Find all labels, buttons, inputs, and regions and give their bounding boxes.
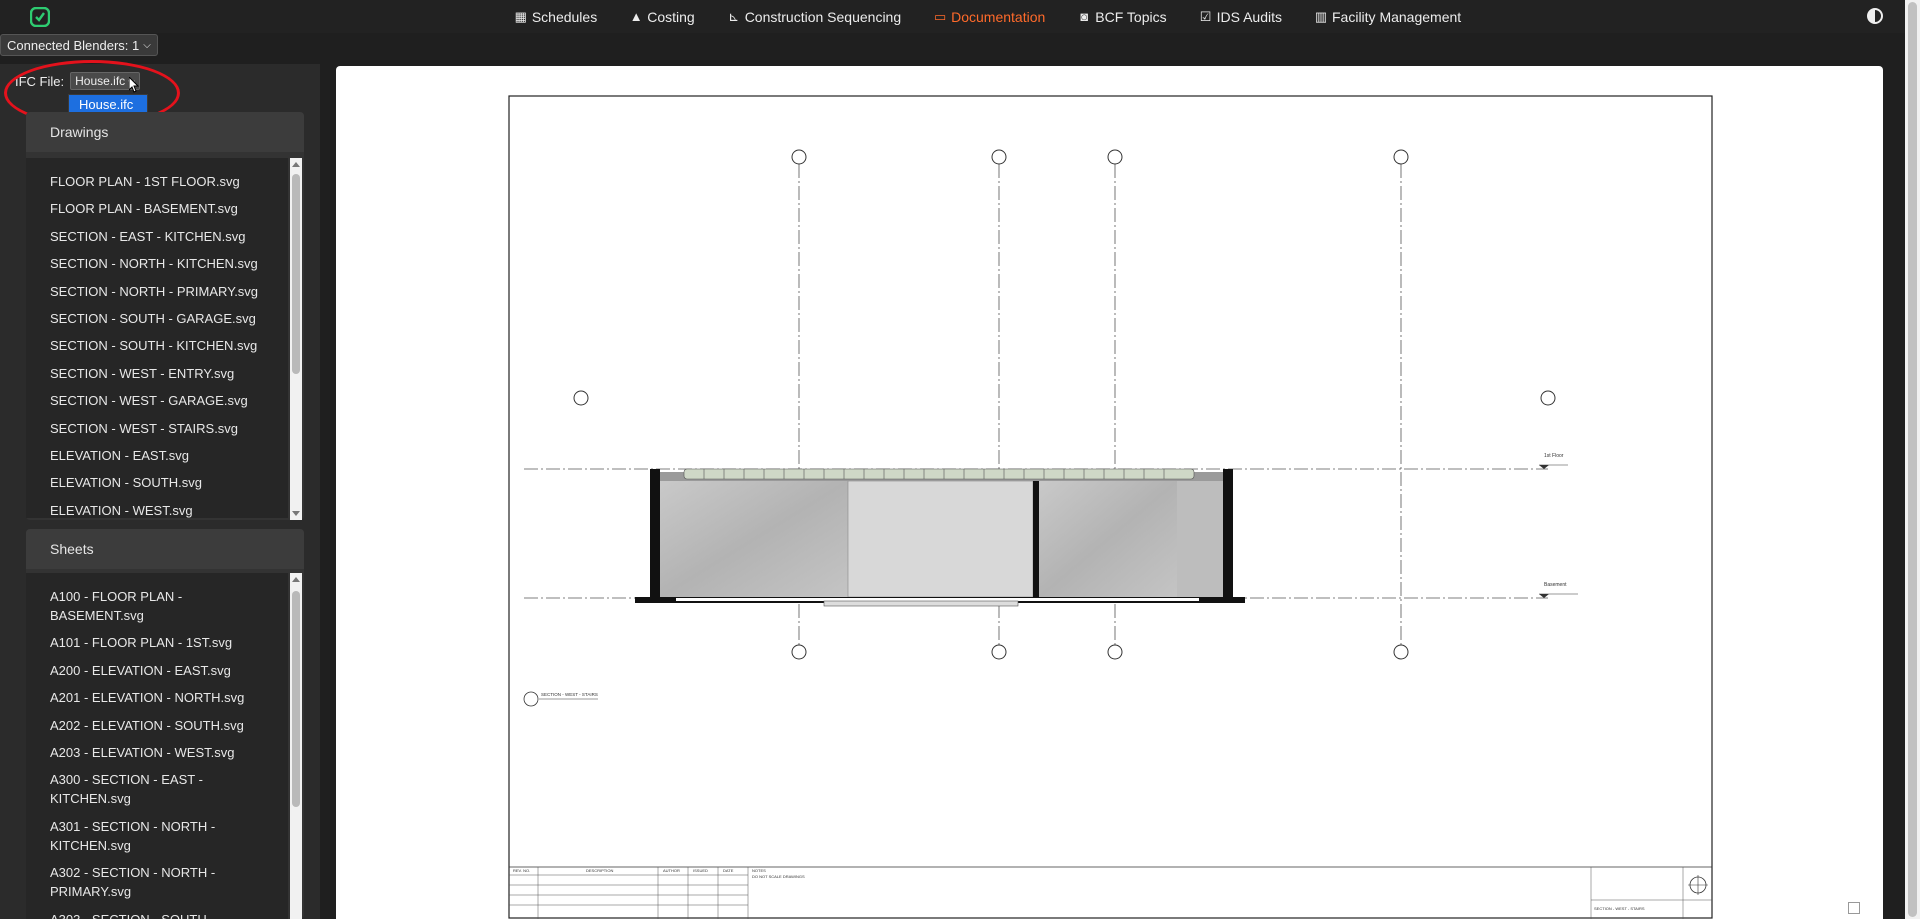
sheet-list-item[interactable]: A100 - FLOOR PLAN - BASEMENT.svg [26,587,288,625]
nav-item-facility-management[interactable]: ▥ Facility Management [1298,0,1477,33]
drawing-list-item[interactable]: ELEVATION - WEST.svg [26,501,288,518]
sheet-list-item[interactable]: A200 - ELEVATION - EAST.svg [26,661,288,680]
drawing-list-item[interactable]: SECTION - WEST - STAIRS.svg [26,419,288,438]
building-icon: ▥ [1314,8,1328,24]
sheet-list-item-line: A100 - FLOOR PLAN - [50,589,183,604]
mouse-cursor-icon [129,77,139,93]
sheets-list: A100 - FLOOR PLAN - BASEMENT.svg A101 - FL… [26,573,288,919]
camera-icon: ◙ [1080,9,1089,24]
nav-item-label: Documentation [951,8,1046,25]
sheet-list-item[interactable]: A303 - SECTION - SOUTH - [26,910,288,919]
sheet-list-item[interactable]: A202 - ELEVATION - SOUTH.svg [26,716,288,735]
nav-item-construction-sequencing[interactable]: ⊾ Construction Sequencing [711,0,917,33]
nav-item-bcf-topics[interactable]: ◙ BCF Topics [1061,0,1182,33]
tb-header-notes: NOTES [752,868,766,873]
nav-item-costing[interactable]: ▲ Costing [613,0,710,33]
drawing-list-item[interactable]: SECTION - SOUTH - GARAGE.svg [26,309,288,328]
sheet-list-item-line: A203 - ELEVATION - WEST.svg [50,744,235,760]
drawing-list-item[interactable]: SECTION - WEST - ENTRY.svg [26,364,288,383]
tb-header-author: AUTHOR [663,868,680,873]
drawing-list-item[interactable]: ELEVATION - SOUTH.svg [26,473,288,492]
sheet-list-item[interactable]: A101 - FLOOR PLAN - 1ST.svg [26,633,288,652]
drawing-list-item[interactable]: SECTION - SOUTH - KITCHEN.svg [26,336,288,355]
sheets-scrollbar[interactable] [290,573,302,919]
chevron-down-icon: ⌵ [143,39,151,51]
tb-header-date: DATE [723,868,734,873]
sheet-list-item-line: PRIMARY.svg [50,884,132,900]
sheet-list-item[interactable]: A301 - SECTION - NORTH - KITCHEN.svg [26,817,288,855]
nav-item-ids-audits[interactable]: ☑ IDS Audits [1183,0,1298,33]
table-icon: ▦ [514,8,527,24]
sheet-list-item-line: A202 - ELEVATION - SOUTH.svg [50,717,244,733]
gantt-icon: ⊾ [728,8,740,24]
drawing-sheet[interactable]: 1st Floor Basement SECTION - WEST - STAI… [508,95,1713,919]
drawings-list: FLOOR PLAN - 1ST FLOOR.svg FLOOR PLAN - B… [26,158,288,518]
sheet-list-item-line: A200 - ELEVATION - EAST.svg [50,662,231,678]
connected-blenders-label: Connected Blenders: 1 [7,37,140,53]
drawings-title: Drawings [26,112,304,152]
nav-item-label: Construction Sequencing [744,8,902,25]
drawing-list-item[interactable]: SECTION - EAST - KITCHEN.svg [26,227,288,246]
expand-icon[interactable] [1848,902,1860,914]
documentation-icon: ▭ [933,8,947,24]
ifc-file-option[interactable]: House.ifc [68,94,148,114]
nav-item-label: IDS Audits [1216,8,1282,25]
sheets-title: Sheets [26,529,304,569]
sheet-list-item[interactable]: A203 - ELEVATION - WEST.svg [26,743,288,762]
checkbox-icon: ☑ [1199,8,1212,24]
theme-toggle-icon[interactable] [1867,8,1883,24]
tb-header-rev: REV. NO. [513,868,530,873]
nav-item-label: Facility Management [1332,8,1462,25]
sheet-list-item-line: KITCHEN.svg [50,791,131,807]
drawing-list-item[interactable]: FLOOR PLAN - BASEMENT.svg [26,199,288,218]
sheet-list-item[interactable]: A201 - ELEVATION - NORTH.svg [26,688,288,707]
main-nav: ▦ Schedules ▲ Costing ⊾ Construction Sequenci… [0,0,1905,33]
tb-header-desc: DESCRIPTION [586,868,613,873]
sheet-list-item[interactable]: A302 - SECTION - NORTH - PRIMARY.svg [26,863,288,901]
sheet-list-item[interactable]: A300 - SECTION - EAST - KITCHEN.svg [26,770,288,808]
drawing-list-item[interactable]: SECTION - WEST - GARAGE.svg [26,391,288,410]
sheet-list-item-line: A302 - SECTION - NORTH - [50,865,216,881]
sheet-list-item-line: A101 - FLOOR PLAN - 1ST.svg [50,635,233,651]
ifc-file-selected: House.ifc [75,74,126,88]
view-title: SECTION - WEST - STAIRS [541,692,598,697]
nav-item-label: BCF Topics [1095,8,1167,25]
sheet-list-item-line: BASEMENT.svg [50,608,144,623]
ifc-file-row: IFC File: House.ifc ⌵ [15,72,140,90]
top-navigation-bar: ▦ Schedules ▲ Costing ⊾ Construction Sequenci… [0,0,1905,33]
nav-item-label: Schedules [531,8,598,25]
sheet-list-item-line: A300 - SECTION - EAST - [50,772,203,788]
tb-notes: DO NOT SCALE DRAWINGS [752,874,805,879]
drawings-panel: Drawings FLOOR PLAN - 1ST FLOOR.svg FLOOR… [26,112,304,520]
nav-item-documentation[interactable]: ▭ Documentation [917,0,1061,33]
drawing-list-item[interactable]: ELEVATION - EAST.svg [26,446,288,465]
nav-item-schedules[interactable]: ▦ Schedules [498,0,613,33]
tb-sheet-title: SECTION - WEST - STAIRS [1594,906,1645,911]
drawings-scrollbar[interactable] [290,158,302,520]
nav-item-label: Costing [647,8,695,25]
sheet-list-item-line: KITCHEN.svg [50,837,131,853]
page-scrollbar[interactable] [1905,0,1920,919]
ifc-file-label: IFC File: [15,73,65,89]
sheet-list-item-line: A201 - ELEVATION - NORTH.svg [50,690,245,706]
tb-header-issued: ISSUED [693,868,708,873]
drawing-list-item[interactable]: SECTION - NORTH - KITCHEN.svg [26,254,288,273]
drawing-list-item[interactable]: SECTION - NORTH - PRIMARY.svg [26,282,288,301]
warning-icon: ▲ [629,9,643,24]
level-bottom-label: Basement [1544,582,1567,588]
sheet-list-item-line: A303 - SECTION - SOUTH - [50,910,264,919]
drawing-list-item[interactable]: FLOOR PLAN - 1ST FLOOR.svg [26,172,288,191]
sheet-list-item-line: A301 - SECTION - NORTH - [50,818,216,834]
sheets-panel: Sheets A100 - FLOOR PLAN - BASEMENT.svg A1… [26,529,304,919]
level-top-label: 1st Floor [1544,453,1564,459]
connected-blenders-select[interactable]: Connected Blenders: 1 ⌵ [0,34,158,56]
